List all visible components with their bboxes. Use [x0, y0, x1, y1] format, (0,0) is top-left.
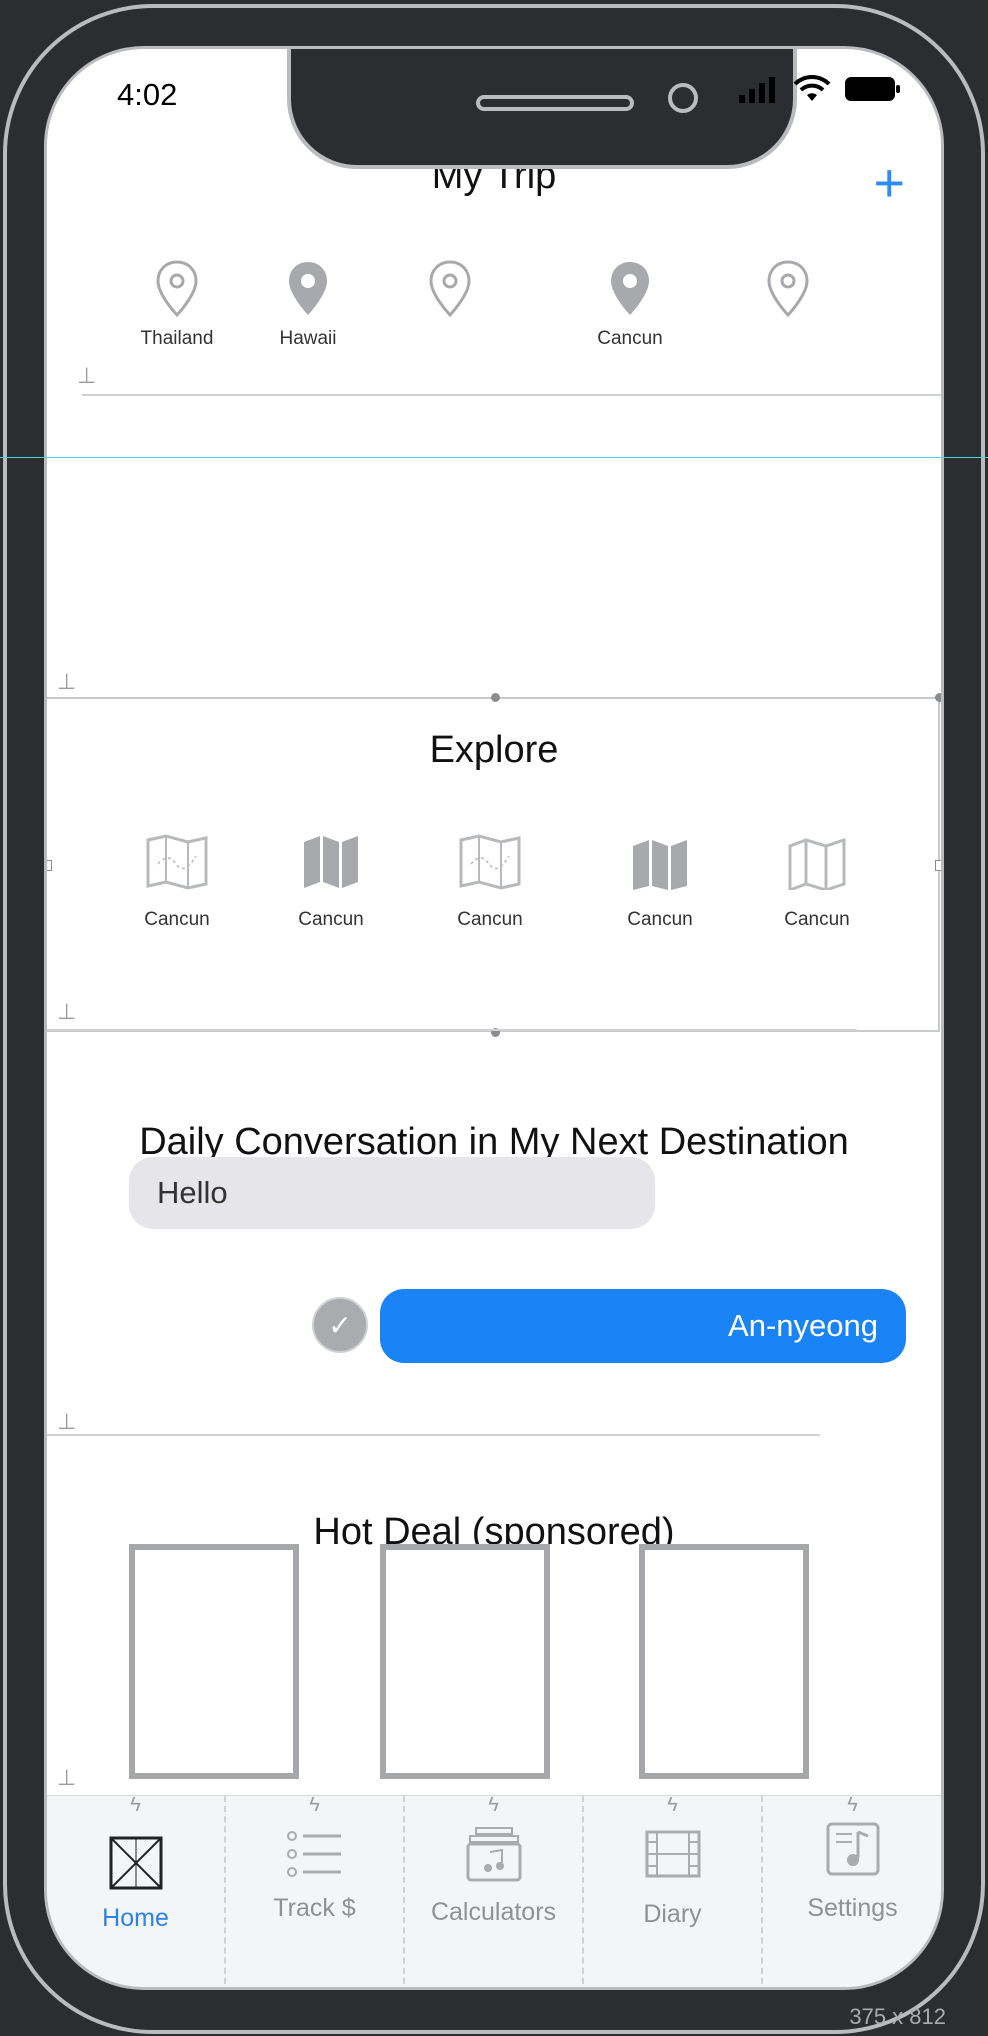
pushpin-icon: ⊥ — [57, 999, 77, 1024]
explore-item[interactable]: Cancun — [600, 834, 720, 931]
tab-calculators[interactable]: ϟ Calculators — [405, 1794, 584, 1987]
front-camera — [668, 83, 698, 113]
signal-icon — [739, 77, 775, 103]
explore-item-label: Cancun — [298, 909, 364, 930]
explore-item-label: Cancun — [144, 909, 210, 930]
trip-pin-label: Thailand — [140, 328, 214, 349]
deal-card[interactable] — [129, 1544, 299, 1779]
tab-label: Diary — [643, 1900, 702, 1928]
selection-dot — [935, 693, 941, 702]
map-line-icon — [788, 837, 846, 893]
film-strip-icon — [645, 1830, 700, 1878]
trip-pin-empty[interactable] — [728, 259, 848, 328]
map-outline-icon — [146, 834, 208, 890]
phone-screen: 4:02 My Trip + Thailand Hawaii Cancun ⊥ … — [44, 46, 944, 1990]
outgoing-message-text: An-nyeong — [728, 1308, 878, 1343]
tab-bar: ϟ Home ϟ Track $ ϟ Calculators ϟ Diary ϟ… — [47, 1794, 941, 1987]
trip-pin-label: Cancun — [597, 328, 663, 349]
wifi-icon — [793, 75, 831, 101]
resize-handle[interactable] — [47, 860, 52, 871]
explore-item[interactable]: Cancun — [271, 834, 391, 931]
location-pin-outline-icon — [767, 260, 809, 318]
pushpin-icon: ⊥ — [77, 363, 97, 388]
status-time: 4:02 — [117, 77, 178, 112]
device-size-label: 375 x 812 — [849, 2004, 946, 2029]
list-icon — [286, 1831, 341, 1877]
trip-pin-label: Hawaii — [279, 328, 337, 349]
explore-title: Explore — [429, 729, 559, 771]
tab-label: Calculators — [430, 1898, 557, 1926]
trip-pin-empty[interactable] — [390, 259, 510, 328]
location-pin-filled-icon — [289, 262, 327, 315]
pushpin-icon: ⊥ — [57, 1409, 77, 1434]
tab-label: Settings — [807, 1894, 898, 1922]
explore-item-label: Cancun — [457, 909, 523, 930]
map-filled-icon — [304, 836, 358, 888]
explore-item[interactable]: Cancun — [117, 834, 237, 931]
section-divider — [47, 1434, 820, 1436]
lightning-icon: ϟ — [309, 1794, 320, 1816]
outgoing-message-bubble: An-nyeong — [380, 1289, 906, 1363]
tab-diary[interactable]: ϟ Diary — [584, 1794, 763, 1987]
notch — [287, 49, 797, 169]
resize-handle[interactable] — [935, 860, 941, 871]
placeholder-image-icon — [109, 1836, 162, 1890]
tab-home[interactable]: ϟ Home — [47, 1794, 226, 1987]
explore-item-label: Cancun — [784, 909, 850, 930]
lightning-icon: ϟ — [847, 1794, 858, 1816]
explore-item-label: Cancun — [627, 909, 693, 930]
explore-item[interactable]: Cancun — [757, 834, 877, 931]
tab-track[interactable]: ϟ Track $ — [226, 1794, 405, 1987]
tab-settings[interactable]: ϟ Settings — [763, 1794, 941, 1987]
battery-icon — [845, 77, 900, 101]
location-pin-outline-icon — [429, 260, 471, 318]
trip-pin-row: Thailand Hawaii Cancun — [47, 259, 941, 399]
map-filled-icon — [633, 840, 687, 890]
pushpin-icon: ⊥ — [57, 669, 77, 694]
music-note-icon — [826, 1822, 879, 1876]
add-trip-button[interactable]: + — [873, 156, 905, 210]
location-pin-outline-icon — [156, 260, 198, 318]
tab-label: Track $ — [273, 1894, 356, 1922]
checkmark-icon[interactable]: ✓ — [312, 1297, 368, 1353]
section-divider — [82, 394, 941, 396]
selection-dot — [491, 693, 500, 702]
trip-pin-thailand[interactable]: Thailand — [117, 259, 237, 350]
status-icons — [739, 75, 901, 103]
lightning-icon: ϟ — [488, 1794, 499, 1816]
lightning-icon: ϟ — [130, 1794, 141, 1816]
location-pin-filled-icon — [611, 262, 649, 315]
incoming-message-bubble: Hello — [129, 1157, 655, 1229]
map-outline-icon — [459, 834, 521, 890]
trip-pin-hawaii[interactable]: Hawaii — [248, 259, 368, 350]
explore-item[interactable]: Cancun — [430, 834, 550, 931]
lightning-icon: ϟ — [667, 1794, 678, 1816]
incoming-message-text: Hello — [157, 1175, 228, 1210]
cyan-guide-line — [0, 457, 988, 458]
music-album-icon — [466, 1827, 521, 1882]
tab-label: Home — [102, 1904, 169, 1932]
speaker-grille — [476, 95, 634, 111]
section-divider — [47, 1029, 857, 1031]
trip-pin-cancun[interactable]: Cancun — [570, 259, 690, 350]
deal-card[interactable] — [639, 1544, 809, 1779]
pushpin-icon: ⊥ — [57, 1765, 77, 1790]
deal-card[interactable] — [380, 1544, 550, 1779]
